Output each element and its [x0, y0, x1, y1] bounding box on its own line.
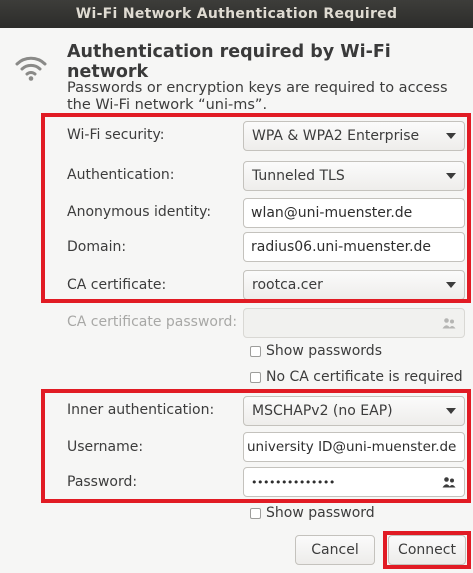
highlight-box-connect	[383, 531, 471, 569]
highlight-box-security	[41, 113, 471, 303]
show-passwords-label: Show passwords	[266, 343, 382, 359]
cancel-button[interactable]: Cancel	[295, 535, 375, 565]
show-password-label: Show password	[266, 505, 375, 521]
show-passwords-checkbox[interactable]: Show passwords	[250, 343, 382, 359]
dialog-description: Passwords or encryption keys are require…	[67, 80, 448, 113]
highlight-box-inner-auth	[41, 389, 471, 503]
no-ca-required-label: No CA certificate is required	[266, 369, 463, 385]
wifi-icon	[15, 56, 47, 81]
dialog-heading: Authentication required by Wi-Fi network	[67, 42, 391, 82]
show-password-checkbox[interactable]: Show password	[250, 505, 375, 521]
window-titlebar: Wi-Fi Network Authentication Required	[0, 0, 473, 28]
ca-certificate-password-field	[243, 308, 465, 338]
checkbox-box[interactable]	[250, 371, 261, 383]
no-ca-required-checkbox[interactable]: No CA certificate is required	[250, 369, 463, 385]
checkbox-box[interactable]	[250, 507, 261, 519]
ca-certificate-password-label: CA certificate password:	[67, 314, 238, 330]
checkbox-box[interactable]	[250, 345, 261, 357]
people-icon	[442, 318, 456, 329]
window-title: Wi-Fi Network Authentication Required	[75, 6, 398, 22]
